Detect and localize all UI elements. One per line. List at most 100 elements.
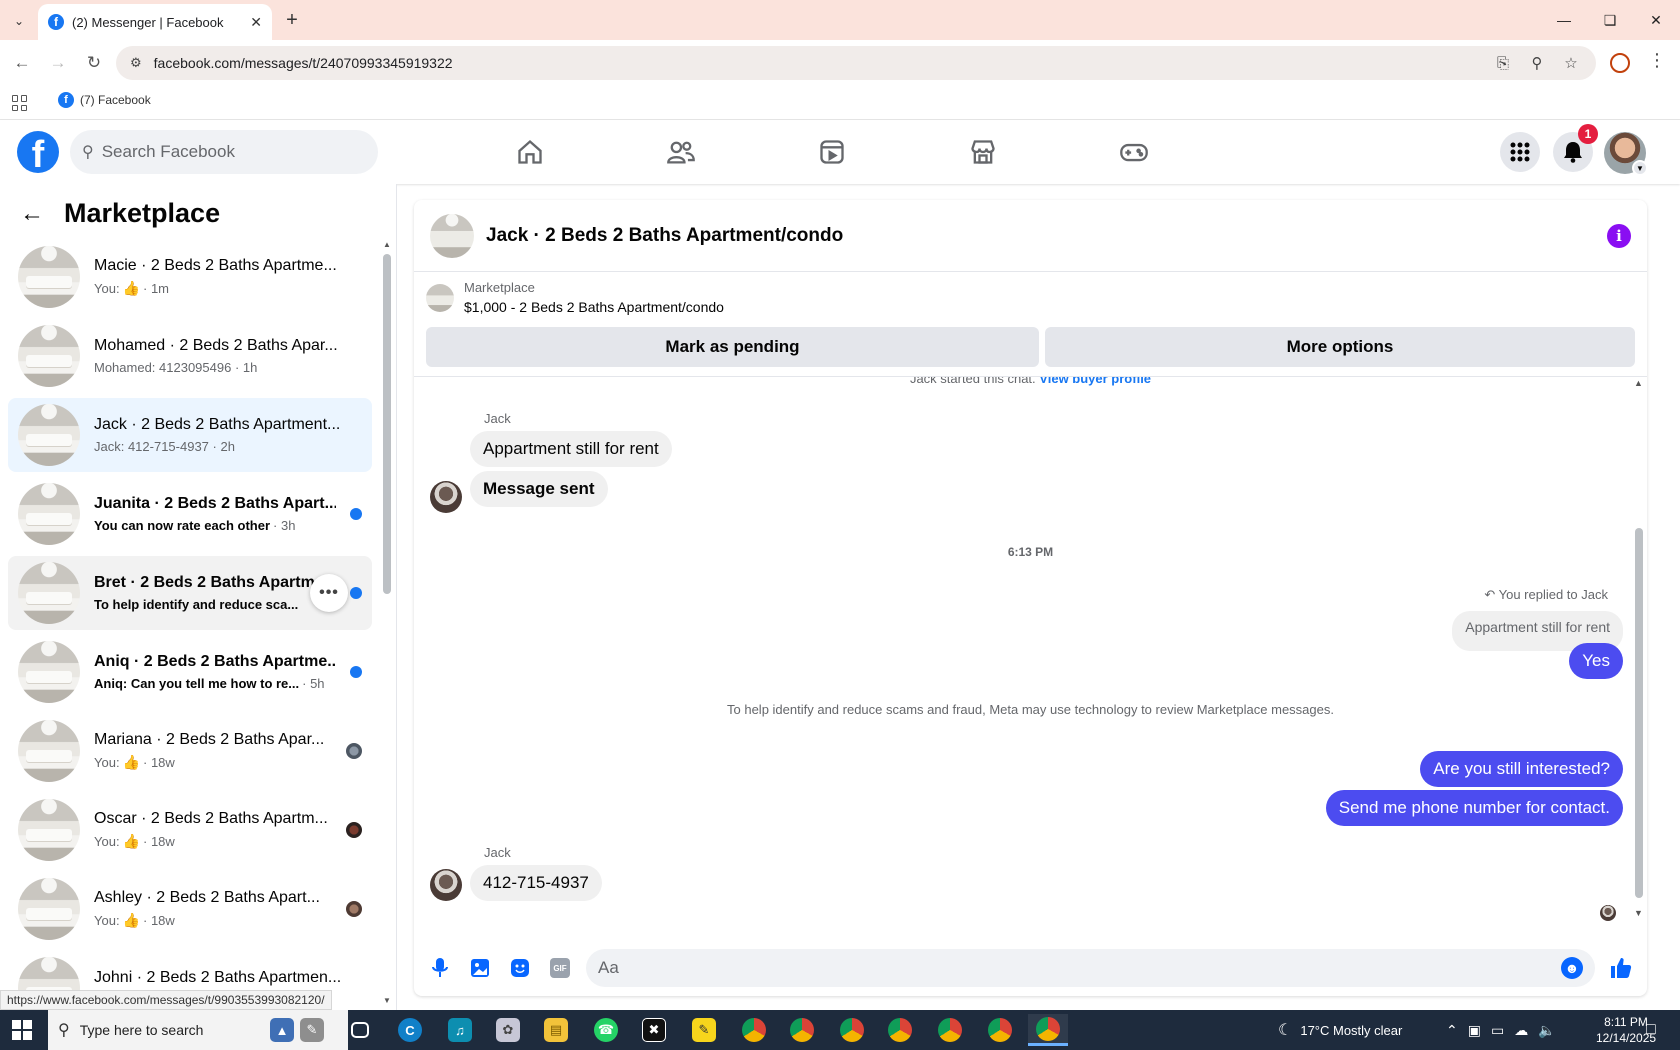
taskbar-app-icon[interactable]: ♫: [440, 1014, 480, 1046]
scroll-down-arrow-icon[interactable]: ▼: [383, 996, 391, 1005]
new-tab-plus-icon[interactable]: +: [280, 8, 304, 32]
address-bar[interactable]: ⚙ facebook.com/messages/t/24070993345919…: [116, 46, 1596, 80]
microphone-icon[interactable]: [426, 954, 454, 982]
tray-chevron-icon[interactable]: ⌃: [1446, 1022, 1458, 1039]
install-app-icon[interactable]: ⎘: [1492, 55, 1514, 72]
notification-center-icon[interactable]: □: [1646, 1010, 1656, 1050]
nav-friends[interactable]: [626, 128, 736, 176]
search-icon: ⚲: [82, 144, 94, 161]
conversation-item[interactable]: Juanita · 2 Beds 2 Baths Apart... You ca…: [8, 477, 372, 551]
chat-title[interactable]: Jack · 2 Beds 2 Baths Apartment/condo: [486, 225, 1595, 247]
gif-icon[interactable]: GIF: [546, 954, 574, 982]
conversation-list-scrollbar[interactable]: ▲ ▼: [383, 240, 391, 1006]
network-icon[interactable]: ▭: [1491, 1022, 1504, 1039]
chrome-icon[interactable]: [734, 1014, 774, 1046]
message-input-box[interactable]: ☻: [586, 949, 1595, 987]
nav-marketplace[interactable]: [928, 128, 1038, 176]
bookmark-star-icon[interactable]: ☆: [1560, 54, 1582, 72]
conversation-item[interactable]: Aniq · 2 Beds 2 Baths Apartme... Aniq: C…: [8, 635, 372, 709]
chrome-icon[interactable]: [782, 1014, 822, 1046]
site-info-icon[interactable]: ⚙: [130, 55, 142, 71]
browser-tab[interactable]: f (2) Messenger | Facebook ✕: [38, 4, 272, 40]
capcut-icon[interactable]: ✖: [634, 1014, 674, 1046]
info-icon[interactable]: i: [1607, 223, 1631, 248]
scroll-up-arrow-icon[interactable]: ▲: [383, 240, 391, 249]
facebook-logo[interactable]: f: [17, 131, 59, 173]
listing-info[interactable]: Marketplace $1,000 - 2 Beds 2 Baths Apar…: [426, 280, 724, 315]
account-chevron-icon[interactable]: ▼: [1632, 160, 1648, 176]
restore-icon[interactable]: ❏: [1590, 6, 1630, 34]
conversation-item[interactable]: Ashley · 2 Beds 2 Baths Apart... You: 👍 · …: [8, 872, 372, 946]
conversation-item[interactable]: Mariana · 2 Beds 2 Baths Apar... You: 👍 · …: [8, 714, 372, 788]
conversation-item[interactable]: Macie · 2 Beds 2 Baths Apartme... You: 👍 ·…: [8, 240, 372, 314]
conversation-name: Johni · 2 Beds 2 Baths Apartmen...: [94, 969, 342, 986]
outgoing-message[interactable]: Send me phone number for contact.: [1325, 790, 1623, 826]
more-options-ellipsis-icon[interactable]: •••: [310, 574, 348, 612]
mark-as-pending-button[interactable]: Mark as pending: [426, 327, 1039, 367]
scroll-up-arrow-icon[interactable]: ▲: [1634, 378, 1643, 388]
conversation-item-active[interactable]: Jack · 2 Beds 2 Baths Apartment... Jack:…: [8, 398, 372, 472]
back-arrow-icon[interactable]: ←: [20, 200, 44, 228]
menu-grid-button[interactable]: [1500, 132, 1540, 172]
sticker-icon[interactable]: [506, 954, 534, 982]
file-explorer-icon[interactable]: ▤: [536, 1014, 576, 1046]
chat-avatar[interactable]: [430, 213, 474, 258]
view-buyer-profile-link[interactable]: View buyer profile: [1039, 377, 1151, 386]
nav-gaming[interactable]: [1079, 128, 1189, 176]
scrollbar-thumb[interactable]: [1635, 528, 1643, 898]
scroll-down-arrow-icon[interactable]: ▼: [1634, 908, 1643, 918]
outgoing-message[interactable]: Are you still interested?: [1420, 751, 1623, 787]
zoom-icon[interactable]: ⚲: [1526, 54, 1548, 72]
incoming-message[interactable]: Appartment still for rent: [470, 431, 672, 467]
browser-profile-icon[interactable]: [1610, 53, 1630, 73]
taskbar-app-icon[interactable]: ✿: [488, 1014, 528, 1046]
volume-icon[interactable]: 🔈: [1538, 1022, 1555, 1039]
tab-list-chevron-icon[interactable]: ⌄: [8, 10, 30, 32]
weather-widget[interactable]: ☾ 17°C Mostly clear: [1278, 1010, 1402, 1050]
minimize-icon[interactable]: —: [1544, 6, 1584, 34]
conversation-preview: You:: [94, 281, 120, 296]
chrome-icon[interactable]: [832, 1014, 872, 1046]
conversation-item[interactable]: Mohamed · 2 Beds 2 Baths Apar... Mohamed…: [8, 319, 372, 393]
chat-panel: Jack · 2 Beds 2 Baths Apartment/condo i …: [414, 200, 1647, 996]
onedrive-icon[interactable]: ☁: [1514, 1022, 1528, 1039]
whatsapp-icon[interactable]: ☎: [586, 1014, 626, 1046]
photo-icon[interactable]: [466, 954, 494, 982]
thumbs-up-send-icon[interactable]: [1607, 954, 1635, 982]
more-options-button[interactable]: More options: [1045, 327, 1635, 367]
incoming-message[interactable]: 412-715-4937: [470, 865, 602, 901]
incoming-message[interactable]: Message sent: [470, 471, 608, 507]
sticky-notes-icon[interactable]: ✎: [684, 1014, 724, 1046]
emoji-icon[interactable]: ☻: [1561, 957, 1583, 979]
nav-watch[interactable]: [777, 128, 887, 176]
sender-avatar[interactable]: [430, 481, 462, 513]
conversation-item[interactable]: Bret · 2 Beds 2 Baths Apartm To help ide…: [8, 556, 372, 630]
bookmark-facebook[interactable]: f (7) Facebook: [58, 92, 151, 108]
back-arrow-icon[interactable]: ←: [8, 49, 36, 77]
outgoing-message[interactable]: Yes: [1569, 643, 1623, 679]
chrome-icon-active[interactable]: [1028, 1014, 1068, 1046]
chrome-icon[interactable]: [980, 1014, 1020, 1046]
scrollbar-thumb[interactable]: [383, 254, 391, 594]
browser-menu-icon[interactable]: ⋮: [1648, 50, 1666, 71]
close-tab-icon[interactable]: ✕: [250, 14, 262, 31]
apps-grid-icon[interactable]: [12, 95, 28, 111]
message-input[interactable]: [598, 958, 1561, 978]
taskbar-app-icon[interactable]: C: [390, 1014, 430, 1046]
meet-now-icon[interactable]: ▣: [1468, 1022, 1481, 1039]
chrome-icon[interactable]: [880, 1014, 920, 1046]
forward-arrow-icon[interactable]: →: [44, 49, 72, 77]
search-input[interactable]: [101, 142, 342, 162]
task-view-icon[interactable]: [340, 1014, 380, 1046]
chat-scrollbar[interactable]: ▲ ▼: [1634, 378, 1644, 918]
windows-start-icon[interactable]: [12, 1020, 32, 1040]
nav-home[interactable]: [475, 128, 585, 176]
taskbar-app-icon[interactable]: ✎: [292, 1014, 332, 1046]
close-window-icon[interactable]: ✕: [1636, 6, 1676, 34]
facebook-search[interactable]: ⚲: [70, 130, 378, 174]
sender-avatar[interactable]: [430, 869, 462, 901]
chrome-icon[interactable]: [930, 1014, 970, 1046]
conversation-preview: You can now rate each other: [94, 518, 271, 533]
reload-icon[interactable]: ↻: [80, 49, 108, 77]
conversation-item[interactable]: Oscar · 2 Beds 2 Baths Apartm... You: 👍 · …: [8, 793, 372, 867]
